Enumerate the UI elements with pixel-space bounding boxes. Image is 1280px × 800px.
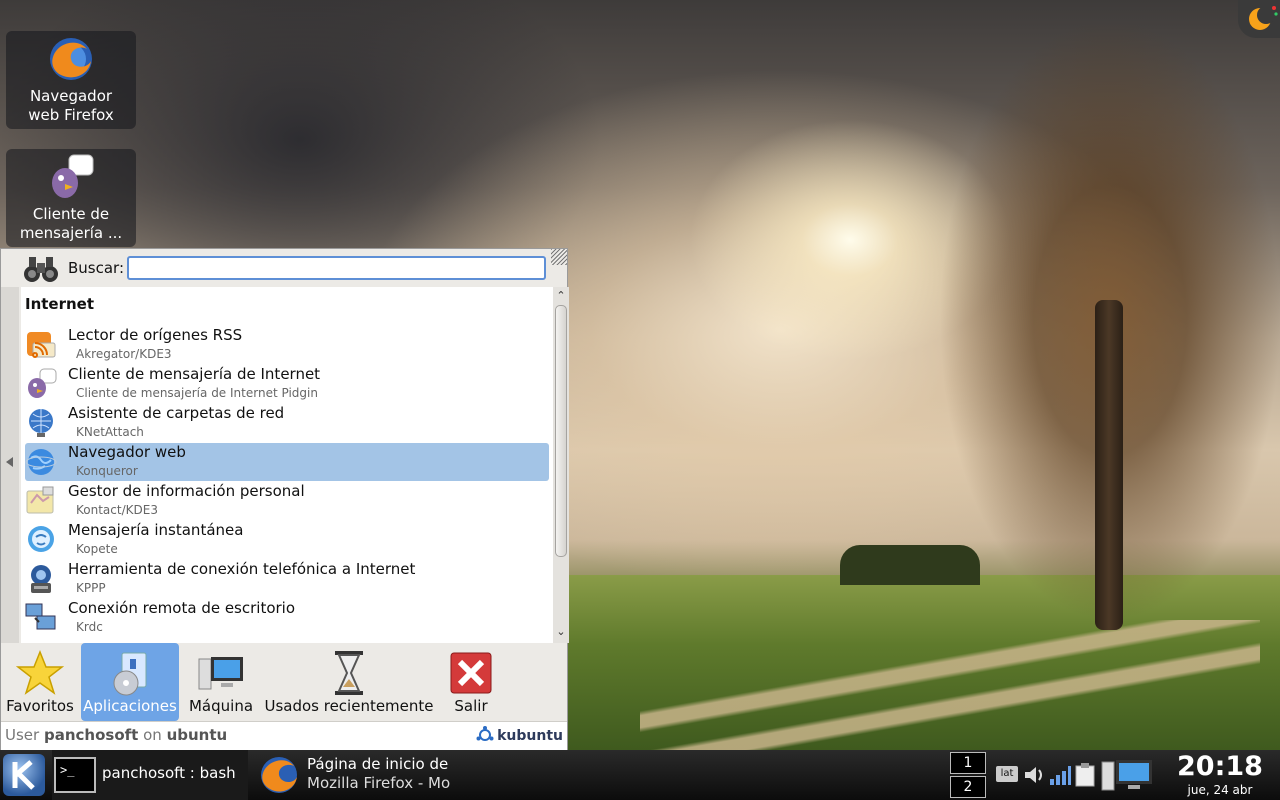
task-label-line2: Mozilla Firefox - Mo: [307, 774, 451, 792]
desktop-pager: 1 2: [950, 750, 986, 800]
hourglass-icon: [325, 649, 373, 697]
pidgin-icon: [47, 153, 95, 201]
scroll-down-icon[interactable]: ⌄: [556, 626, 566, 637]
list-item-kontact[interactable]: Gestor de información personal Kontact/K…: [25, 482, 549, 520]
list-item-pidgin[interactable]: Cliente de mensajería de Internet Client…: [25, 365, 549, 403]
tab-maquina[interactable]: Máquina: [187, 643, 255, 721]
item-title: Herramienta de conexión telefónica a Int…: [68, 560, 416, 578]
desktop-icon-label: Navegador web Firefox: [28, 87, 114, 124]
category-title: Internet: [25, 295, 95, 313]
computer-icon: [197, 649, 245, 697]
tab-usados-recientemente[interactable]: Usados recientemente: [261, 643, 437, 721]
tab-label: Usados recientemente: [264, 697, 434, 715]
network-folder-icon: [25, 407, 57, 439]
list-item-rss[interactable]: Lector de orígenes RSS Akregator/KDE3: [25, 326, 549, 364]
item-subtitle: KNetAttach: [76, 425, 144, 439]
task-label-line1: Página de inicio de: [307, 755, 449, 773]
tab-aplicaciones[interactable]: Aplicaciones: [81, 643, 179, 721]
item-subtitle: Konqueror: [76, 464, 138, 478]
item-subtitle: KPPP: [76, 581, 106, 595]
item-subtitle: Kontact/KDE3: [76, 503, 158, 517]
k-menu-button[interactable]: [3, 754, 45, 796]
remote-desktop-icon: [25, 602, 57, 634]
back-arrow-icon: [6, 457, 13, 467]
list-item-kopete[interactable]: Mensajería instantánea Kopete: [25, 521, 549, 559]
clipboard-icon[interactable]: [1074, 762, 1096, 792]
exit-icon: [447, 649, 495, 697]
kubuntu-logo: kubuntu: [476, 726, 563, 744]
wallpaper-tree-trunk: [1095, 300, 1123, 630]
item-subtitle: Akregator/KDE3: [76, 347, 172, 361]
tab-label: Salir: [454, 697, 488, 715]
item-title: Cliente de mensajería de Internet: [68, 365, 321, 383]
terminal-icon: >_: [54, 754, 96, 796]
item-title: Mensajería instantánea: [68, 521, 244, 539]
star-icon: [15, 649, 65, 697]
svg-text:>_: >_: [60, 763, 75, 777]
kickoff-menu: Buscar: Internet Lector de orígenes RSS …: [0, 248, 569, 750]
menu-tab-bar: Favoritos Aplicaciones Máquina Usados re…: [1, 643, 567, 721]
user-name: panchosoft: [43, 726, 139, 744]
kopete-icon: [25, 524, 57, 556]
pidgin-icon: [25, 368, 57, 400]
item-subtitle: Cliente de mensajería de Internet Pidgin: [76, 386, 318, 400]
desktop-icon-pidgin[interactable]: Cliente de mensajería ...: [6, 149, 136, 247]
desktop-icon-label: Cliente de mensajería ...: [19, 205, 123, 242]
firefox-icon: [47, 35, 95, 83]
search-label: Buscar:: [68, 259, 125, 277]
search-input[interactable]: [127, 256, 546, 280]
item-subtitle: Krdc: [76, 620, 103, 634]
user-info: User panchosoft on ubuntu: [5, 726, 228, 744]
taskbar: >_ panchosoft : bash Página de inicio de…: [0, 750, 1280, 800]
search-bar: Buscar:: [1, 249, 567, 287]
scrollbar-thumb[interactable]: [555, 305, 567, 557]
item-title: Conexión remota de escritorio: [68, 599, 296, 617]
pager-desktop-1[interactable]: 1: [950, 752, 986, 774]
volume-icon[interactable]: [1022, 763, 1046, 791]
desktop-icon-firefox[interactable]: Navegador web Firefox: [6, 31, 136, 129]
list-item-krdc[interactable]: Conexión remota de escritorio Krdc: [25, 599, 549, 637]
kubuntu-icon: [476, 726, 494, 744]
tab-label: Favoritos: [6, 697, 74, 715]
tab-label: Máquina: [188, 697, 254, 715]
clock[interactable]: 20:18 jue, 24 abr: [1170, 752, 1270, 798]
firefox-icon: [258, 754, 300, 796]
applications-icon: [106, 649, 154, 697]
list-item-konqueror[interactable]: Navegador web Konqueror: [25, 443, 549, 481]
tab-label: Aplicaciones: [83, 697, 177, 715]
scroll-up-icon[interactable]: ⌃: [556, 290, 566, 301]
kppp-icon: [25, 563, 57, 595]
item-title: Lector de orígenes RSS: [68, 326, 243, 344]
network-signal-icon[interactable]: [1048, 763, 1072, 791]
item-subtitle: Kopete: [76, 542, 118, 556]
item-title: Gestor de información personal: [68, 482, 305, 500]
task-label: panchosoft : bash: [102, 764, 236, 782]
pager-desktop-2[interactable]: 2: [950, 776, 986, 798]
host-name: ubuntu: [166, 726, 228, 744]
tab-favoritos[interactable]: Favoritos: [3, 643, 77, 721]
clock-time: 20:18: [1177, 751, 1263, 782]
rss-icon: [25, 329, 57, 361]
user-info-bar: User panchosoft on ubuntu kubuntu: [1, 721, 567, 750]
tab-salir[interactable]: Salir: [441, 643, 501, 721]
task-firefox[interactable]: Página de inicio de Mozilla Firefox - Mo: [254, 750, 454, 800]
binoculars-icon: [23, 253, 59, 285]
globe-icon: [25, 446, 57, 478]
computer-tray-icon[interactable]: [1100, 758, 1156, 796]
list-item-kppp[interactable]: Herramienta de conexión telefónica a Int…: [25, 560, 549, 598]
moon-logo-icon[interactable]: [1238, 0, 1280, 38]
task-terminal[interactable]: >_ panchosoft : bash: [52, 750, 248, 800]
list-item-knetattach[interactable]: Asistente de carpetas de red KNetAttach: [25, 404, 549, 442]
item-title: Asistente de carpetas de red: [68, 404, 285, 422]
list-scrollbar[interactable]: ⌃ ⌄: [553, 287, 569, 643]
application-list: Internet Lector de orígenes RSS Akregato…: [21, 287, 553, 643]
back-strip[interactable]: [1, 287, 19, 643]
keyboard-layout-indicator[interactable]: lat: [996, 766, 1018, 782]
clock-date: jue, 24 abr: [1187, 783, 1253, 797]
item-title: Navegador web: [68, 443, 186, 461]
kontact-icon: [25, 485, 57, 517]
